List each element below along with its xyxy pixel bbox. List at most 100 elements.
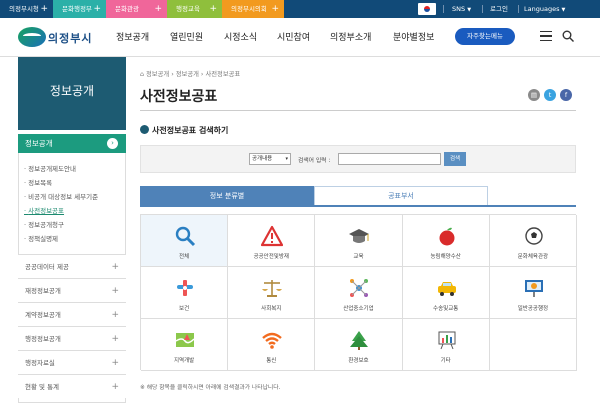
sub-item-label: 정보공개제도안내 xyxy=(28,165,76,173)
sub-item-request[interactable]: · 정보공개청구 xyxy=(24,219,64,229)
gnb-city-news[interactable]: 시정소식 xyxy=(224,30,257,43)
search-type-select[interactable]: 공개내용 ▾ xyxy=(249,153,291,165)
car-icon xyxy=(437,282,456,296)
toptab-city-hall[interactable]: 의정부시청 + xyxy=(0,0,53,18)
facebook-icon[interactable]: f xyxy=(560,89,572,101)
category-health[interactable]: 보건 xyxy=(141,267,229,319)
category-industry[interactable]: 산업중소기업 xyxy=(315,267,403,319)
chevron-right-icon: › xyxy=(107,138,118,149)
sidebar-item-public-data[interactable]: 공공데이터 제공 + xyxy=(18,254,126,278)
languages-link[interactable]: Languages ▼ xyxy=(524,0,565,18)
presentation-icon xyxy=(524,280,543,297)
hamburger-menu-icon[interactable] xyxy=(540,31,552,41)
gnb-field-info[interactable]: 분야별정보 xyxy=(393,30,434,43)
logo-icon[interactable] xyxy=(18,27,46,47)
sidebar-item-label: 공공데이터 제공 xyxy=(25,263,69,271)
sidebar-item-admin-info[interactable]: 행정정보공개 + xyxy=(18,326,126,350)
warning-icon xyxy=(261,225,284,247)
category-safety[interactable]: 공공안전및방재 xyxy=(228,215,316,267)
plus-icon: + xyxy=(40,4,48,14)
section-bullet-icon xyxy=(140,125,149,134)
breadcrumb-item[interactable]: 정보공개 xyxy=(176,71,199,78)
search-input[interactable] xyxy=(338,153,441,165)
gnb-about[interactable]: 의정부소개 xyxy=(330,30,371,43)
sidebar-item-statistics[interactable]: 현황 및 통계 + xyxy=(18,374,126,398)
plus-icon: + xyxy=(111,286,119,296)
map-icon xyxy=(175,333,195,347)
category-label: 기타 xyxy=(440,358,451,364)
health-icon xyxy=(177,280,193,296)
category-transport[interactable]: 수송및교통 xyxy=(402,267,490,319)
sub-item-nondisclosure[interactable]: · 비공개 대상정보 세부기준 xyxy=(24,191,98,201)
breadcrumb-item[interactable]: 정보공개 xyxy=(146,71,169,78)
gnb-civil-service[interactable]: 열린민원 xyxy=(170,30,203,43)
sub-item-policy[interactable]: · 정책실명제 xyxy=(24,233,58,243)
title-divider xyxy=(140,110,576,111)
network-icon xyxy=(350,279,369,297)
toptab-culture-admin[interactable]: 문화행정부 + xyxy=(53,0,106,18)
category-label: 수송및교통 xyxy=(433,306,459,312)
toptab-label: 의정부시의회 xyxy=(231,5,267,13)
sns-label: SNS xyxy=(452,5,466,13)
category-all[interactable]: 전체 xyxy=(141,215,229,267)
sidebar-title: 정보공개 xyxy=(49,84,95,98)
category-grid: 전체 공공안전및방재 교육 농림해양수산 문화체육관광 보건 사회복지 산업중소… xyxy=(140,214,577,371)
toptab-label: 의정부시청 xyxy=(9,5,39,13)
sub-item-list[interactable]: · 정보목록 xyxy=(24,177,52,187)
search-button[interactable]: 검색 xyxy=(444,152,466,166)
sns-link[interactable]: SNS ▼ xyxy=(452,0,471,18)
category-label: 전체 xyxy=(179,254,190,260)
sidebar-item-info-disclosure[interactable]: 정보공개 › xyxy=(18,134,126,153)
toptab-council[interactable]: 의정부시의회 + xyxy=(222,0,284,18)
tab-department[interactable]: 공표부서 xyxy=(314,186,488,206)
print-icon[interactable]: ▤ xyxy=(528,89,540,101)
search-icon[interactable] xyxy=(562,30,574,42)
category-environment[interactable]: 환경보호 xyxy=(315,319,403,371)
toptab-label: 문화행정부 xyxy=(62,5,92,13)
category-other[interactable]: 기타 xyxy=(402,319,490,371)
site-logo[interactable]: 의정부시 xyxy=(48,30,92,46)
sidebar-item-archive[interactable]: 행정자료실 + xyxy=(18,350,126,374)
chevron-down-icon: ▼ xyxy=(467,7,472,13)
sidebar-item-label: 행정자료실 xyxy=(25,359,55,367)
search-label: 검색어 입력 : xyxy=(298,158,331,164)
select-value: 공개내용 xyxy=(252,156,273,162)
sidebar-item-contract[interactable]: 계약정보공개 + xyxy=(18,302,126,326)
category-label: 교육 xyxy=(353,254,364,260)
category-label: 통신 xyxy=(266,358,277,364)
sub-item-guide[interactable]: · 정보공개제도안내 xyxy=(24,163,76,173)
login-link[interactable]: 로그인 xyxy=(490,0,508,18)
category-education[interactable]: 교육 xyxy=(315,215,403,267)
toptab-culture-tour[interactable]: 문화관광 + xyxy=(106,0,167,18)
sub-item-label: 정보공개청구 xyxy=(28,221,65,229)
category-agriculture[interactable]: 농림해양수산 xyxy=(402,215,490,267)
graduation-cap-icon xyxy=(349,229,370,243)
sidebar-item-label: 재정정보공개 xyxy=(25,287,61,295)
category-label: 농림해양수산 xyxy=(430,254,461,260)
sidebar-item-label: 정보공개 xyxy=(25,139,53,148)
gnb-participation[interactable]: 시민참여 xyxy=(277,30,310,43)
category-culture[interactable]: 문화체육관광 xyxy=(489,215,577,267)
breadcrumb-item: 사전정보공표 xyxy=(205,71,241,78)
tab-category[interactable]: 정보 분류별 xyxy=(140,186,314,206)
korea-flag-icon[interactable] xyxy=(418,3,436,15)
twitter-icon[interactable]: t xyxy=(544,89,556,101)
plus-icon: + xyxy=(111,382,119,392)
toptab-admin-edu[interactable]: 행정교육 + xyxy=(167,0,222,18)
chart-board-icon xyxy=(438,331,456,350)
gnb-info-disclosure[interactable]: 정보공개 xyxy=(116,30,149,43)
sidebar-item-finance[interactable]: 재정정보공개 + xyxy=(18,278,126,302)
category-label: 보건 xyxy=(179,306,190,312)
home-icon[interactable]: ⌂ xyxy=(140,71,144,78)
plus-icon: + xyxy=(271,4,279,14)
sidebar-item-label: 계약정보공개 xyxy=(25,311,61,319)
sub-item-prior-release[interactable]: · 사전정보공표 xyxy=(24,205,64,215)
category-general-admin[interactable]: 일반공공행정 xyxy=(489,267,577,319)
category-communication[interactable]: 통신 xyxy=(228,319,316,371)
sub-item-label: 정책실명제 xyxy=(28,235,59,243)
plus-icon: + xyxy=(111,358,119,368)
category-regional[interactable]: 지역개발 xyxy=(141,319,229,371)
frequent-menu-button[interactable]: 자주찾는메뉴 xyxy=(455,28,515,45)
category-label: 산업중소기업 xyxy=(343,306,374,312)
category-welfare[interactable]: 사회복지 xyxy=(228,267,316,319)
